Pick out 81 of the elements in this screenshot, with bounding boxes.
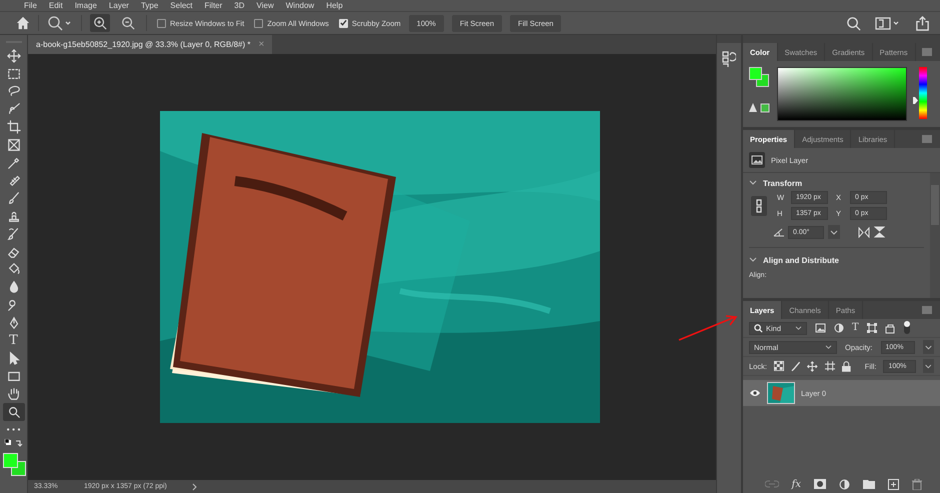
document-tab[interactable]: a-book-g15eb50852_1920.jpg @ 33.3% (Layer 0, RGB/8#) * × — [28, 35, 272, 54]
section-title: Align and Distribute — [763, 256, 839, 264]
paint-bucket-icon — [6, 262, 20, 276]
frame-icon — [6, 138, 20, 152]
swap-colors-icon[interactable] — [4, 438, 24, 449]
zoom-tool-preset-icon[interactable] — [47, 15, 73, 31]
menu-item[interactable]: File — [24, 2, 37, 10]
chevron-icon[interactable] — [749, 180, 757, 186]
more-icon — [7, 428, 20, 432]
lasso-icon — [6, 84, 20, 98]
menu-item[interactable]: Window — [286, 2, 314, 10]
hand-icon — [6, 387, 20, 402]
menu-item[interactable]: Filter — [204, 2, 222, 10]
toggle-icon[interactable] — [902, 321, 911, 335]
type-filter[interactable]: T — [852, 323, 859, 333]
folder-icon[interactable] — [863, 479, 875, 489]
checkerboard-icon[interactable] — [774, 361, 784, 371]
zoom-in-icon — [93, 16, 107, 30]
menu-item[interactable]: Edit — [48, 2, 63, 10]
dropdown-icon[interactable] — [828, 225, 840, 239]
half-circle-icon[interactable] — [839, 478, 850, 490]
share-icon[interactable] — [915, 16, 930, 30]
dropdown-icon[interactable] — [922, 340, 934, 354]
eye-icon[interactable] — [749, 389, 761, 397]
hue-slider[interactable] — [913, 67, 927, 119]
transform-icon[interactable] — [866, 323, 877, 333]
image-icon[interactable] — [815, 323, 826, 333]
checkbox-box[interactable] — [157, 18, 166, 28]
brush-icon[interactable] — [790, 360, 800, 372]
search-icon[interactable] — [846, 16, 861, 30]
caret-icon — [825, 344, 832, 350]
zoom-out-icon — [121, 16, 135, 30]
move-icon — [6, 48, 20, 63]
zoom-icon — [6, 404, 20, 419]
dropdown-icon[interactable] — [923, 359, 934, 373]
checkbox-box[interactable] — [338, 18, 348, 28]
caret-icon — [795, 326, 802, 330]
menu-item[interactable]: Help — [326, 2, 343, 10]
zoom-in-button[interactable] — [90, 14, 110, 32]
trash-icon[interactable] — [912, 478, 922, 490]
quick-selection-icon — [6, 102, 20, 116]
flip-horizontal-icon[interactable] — [858, 226, 870, 238]
slider-thumb[interactable] — [913, 96, 918, 104]
menu-item[interactable]: View — [256, 2, 274, 10]
menu-item[interactable]: Type — [140, 2, 158, 10]
type-tool-button[interactable]: T — [2, 332, 24, 350]
zoom-tool-button[interactable] — [2, 402, 24, 421]
menu-item[interactable]: Select — [170, 2, 193, 10]
menu-item[interactable]: 3D — [234, 2, 245, 10]
rectangle-icon — [6, 369, 20, 384]
eyedropper-icon — [6, 156, 20, 170]
move-icon[interactable] — [807, 360, 818, 372]
brush-icon — [6, 191, 20, 206]
search-icon — [754, 324, 763, 332]
effects-button[interactable]: fx — [792, 478, 801, 490]
color-swatches[interactable] — [2, 452, 24, 475]
scrollbar[interactable] — [930, 173, 940, 298]
chevron-icon[interactable] — [749, 257, 757, 263]
history-icon[interactable] — [722, 51, 736, 67]
marquee-icon — [6, 66, 20, 81]
color-swatches[interactable] — [749, 67, 769, 87]
chevron-right-icon[interactable] — [192, 482, 198, 490]
mask-icon[interactable] — [814, 479, 826, 489]
section-title: Transform — [763, 178, 802, 188]
gamut-warning-icon — [749, 103, 771, 113]
image-icon — [749, 152, 765, 168]
menu-item[interactable]: Layer — [108, 2, 129, 10]
home-icon[interactable] — [16, 16, 30, 30]
half-circle-icon[interactable] — [834, 323, 844, 333]
workspace-icon[interactable] — [875, 16, 901, 30]
stamp-icon — [6, 209, 20, 224]
new-layer-icon[interactable] — [888, 478, 899, 490]
checkbox-box[interactable] — [254, 18, 264, 28]
crop-icon — [6, 120, 20, 134]
angle-icon — [773, 228, 784, 236]
lock-icon[interactable] — [842, 360, 851, 372]
flip-vertical-icon[interactable] — [874, 226, 885, 238]
color-field[interactable] — [777, 67, 907, 121]
link-icon[interactable] — [751, 196, 767, 216]
menu-item[interactable]: Image — [74, 2, 97, 10]
history-brush-icon — [6, 226, 20, 241]
